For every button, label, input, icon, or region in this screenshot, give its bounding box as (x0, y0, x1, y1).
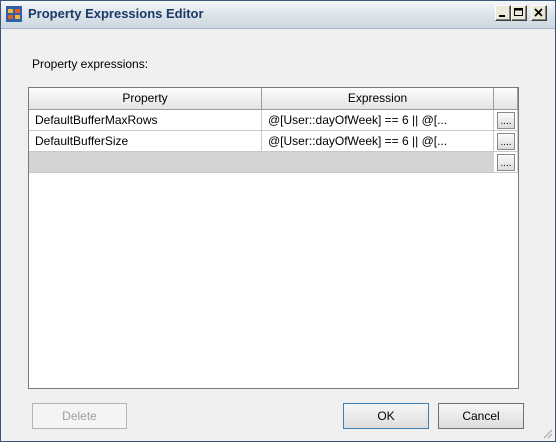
new-expression-cell[interactable] (262, 152, 494, 173)
cancel-button[interactable]: Cancel (438, 403, 524, 429)
delete-button[interactable]: Delete (32, 403, 127, 429)
close-button[interactable] (531, 5, 547, 21)
property-expressions-label: Property expressions: (32, 57, 149, 71)
new-property-cell[interactable] (29, 152, 262, 173)
property-editor-icon (6, 6, 22, 22)
table-row[interactable]: DefaultBufferSize @[User::dayOfWeek] == … (29, 131, 518, 152)
ellipsis-cell: .... (494, 152, 518, 173)
minimize-icon (499, 15, 505, 17)
new-row[interactable]: .... (29, 152, 518, 173)
column-header-expression[interactable]: Expression (262, 88, 494, 110)
ok-button[interactable]: OK (343, 403, 429, 429)
property-expressions-grid[interactable]: Property Expression DefaultBufferMaxRows… (28, 87, 519, 389)
table-row[interactable]: DefaultBufferMaxRows @[User::dayOfWeek] … (29, 110, 518, 131)
property-expressions-editor-window: Property Expressions Editor Property exp… (0, 0, 556, 442)
edit-expression-button[interactable]: .... (497, 112, 515, 129)
edit-expression-button[interactable]: .... (497, 154, 515, 171)
property-cell[interactable]: DefaultBufferMaxRows (29, 110, 262, 131)
column-header-property[interactable]: Property (29, 88, 262, 110)
edit-expression-button[interactable]: .... (497, 133, 515, 150)
close-icon (534, 8, 543, 17)
window-title: Property Expressions Editor (28, 6, 204, 21)
ellipsis-cell: .... (494, 131, 518, 152)
maximize-icon (514, 8, 523, 16)
title-bar[interactable]: Property Expressions Editor (1, 1, 555, 29)
maximize-button[interactable] (511, 5, 527, 21)
expression-cell[interactable]: @[User::dayOfWeek] == 6 || @[... (262, 110, 494, 131)
resize-grip-icon[interactable] (541, 427, 553, 439)
minimize-button[interactable] (495, 5, 511, 21)
column-header-button (494, 88, 518, 110)
property-cell[interactable]: DefaultBufferSize (29, 131, 262, 152)
expression-cell[interactable]: @[User::dayOfWeek] == 6 || @[... (262, 131, 494, 152)
ellipsis-cell: .... (494, 110, 518, 131)
